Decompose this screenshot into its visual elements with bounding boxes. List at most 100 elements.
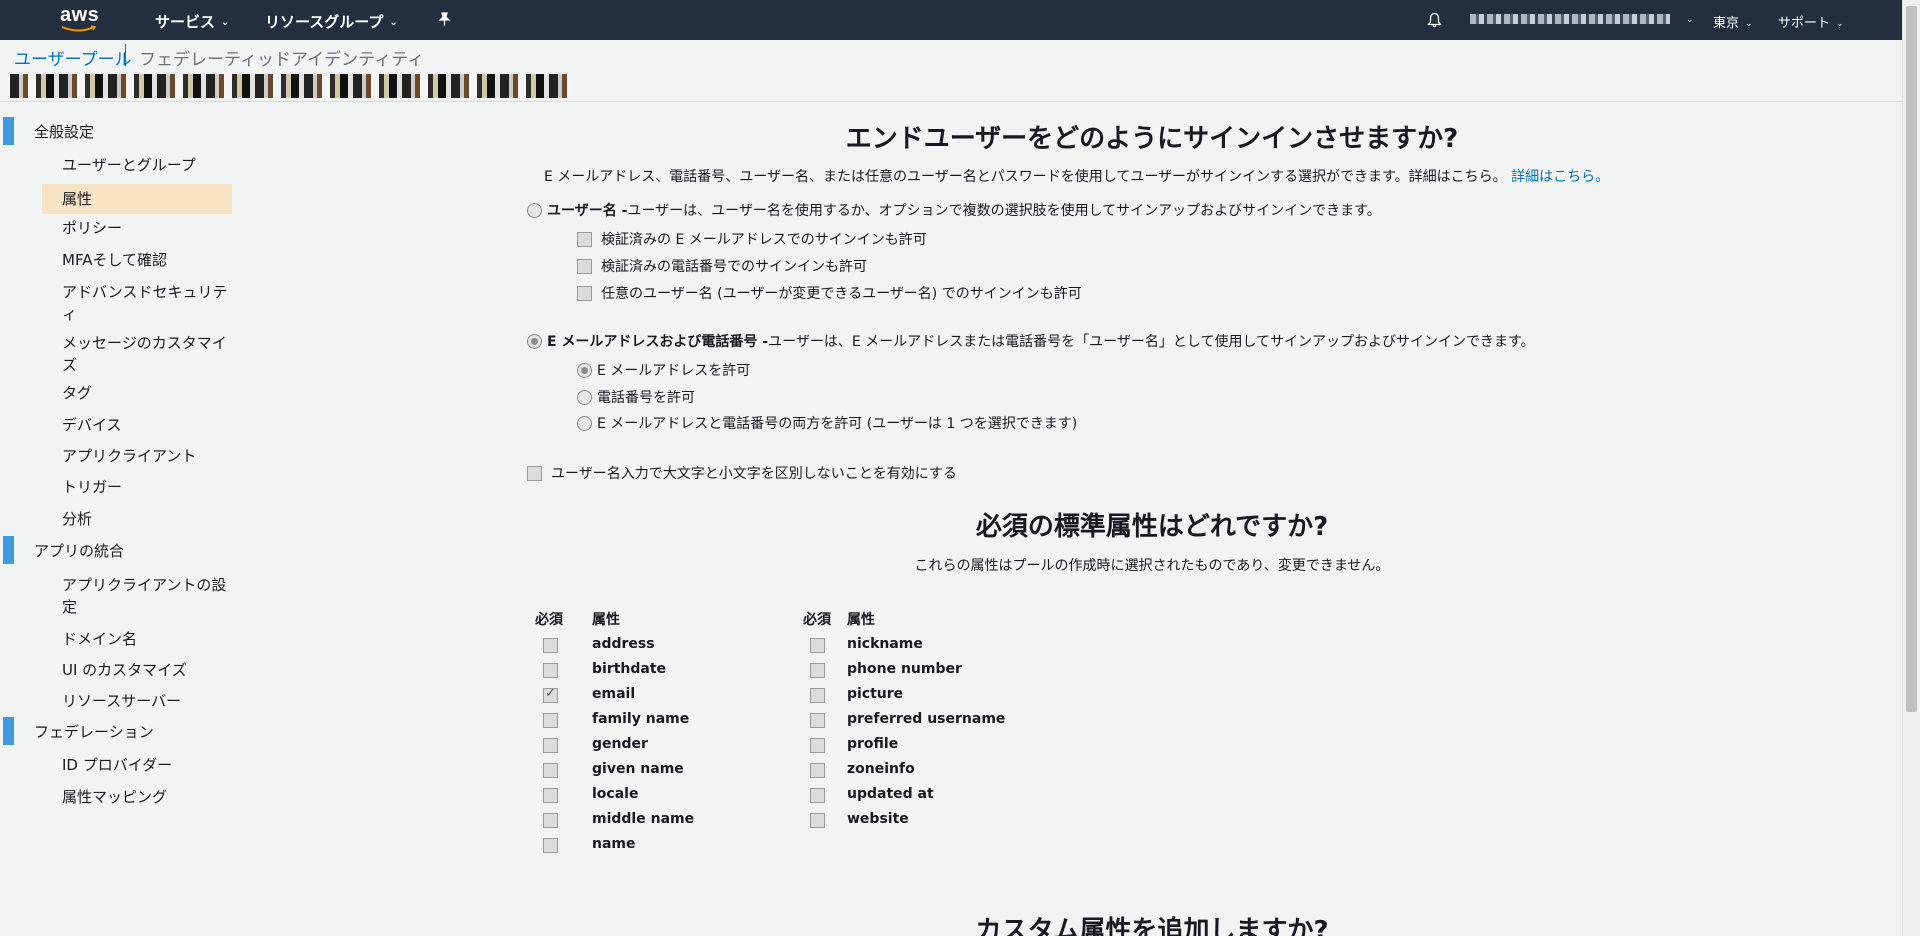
checkbox[interactable] <box>577 231 592 247</box>
attribute-name: given name <box>592 761 684 777</box>
account-menu-chevron[interactable]: ⌄ <box>1680 12 1694 27</box>
sidebar-item-devices[interactable]: デバイス <box>62 415 232 435</box>
region-label: 東京 <box>1713 16 1740 31</box>
option-title: ユーザー名 - <box>547 203 628 219</box>
required-checkbox[interactable] <box>543 813 558 828</box>
checkbox[interactable] <box>527 465 542 481</box>
sidebar-item-domain-name[interactable]: ドメイン名 <box>62 629 232 649</box>
radio-label: E メールアドレスと電話番号の両方を許可 (ユーザーは 1 つを選択できます) <box>597 416 1078 432</box>
attribute-name: website <box>847 811 909 827</box>
attribute-name: preferred username <box>847 711 1006 727</box>
email-phone-radio-option[interactable]: E メールアドレスおよび電話番号 - ユーザーは、E メールアドレスまたは電話番… <box>527 331 1535 351</box>
aws-logo[interactable]: aws <box>60 5 104 35</box>
learn-more-link[interactable]: 詳細はこちら。 <box>1511 169 1609 185</box>
required-checkbox[interactable] <box>543 638 558 653</box>
required-checkbox[interactable] <box>543 738 558 753</box>
attribute-name: address <box>592 636 655 652</box>
aws-smile-icon <box>61 25 97 32</box>
resource-groups-menu[interactable]: リソースグループ ⌄ <box>265 11 398 32</box>
account-name-redacted[interactable] <box>1470 14 1670 24</box>
checkbox[interactable] <box>577 258 592 274</box>
attribute-name: picture <box>847 686 904 702</box>
required-checkbox-checked[interactable] <box>543 686 558 703</box>
tab-user-pools[interactable]: ユーザープール <box>14 45 132 70</box>
signin-description: E メールアドレス、電話番号、ユーザー名、または任意のユーザー名とパスワードを使… <box>544 166 1609 186</box>
username-radio[interactable] <box>527 202 542 218</box>
required-checkbox[interactable] <box>543 838 558 853</box>
support-label: サポート <box>1778 16 1831 31</box>
checkbox[interactable] <box>577 285 592 301</box>
attribute-name: profile <box>847 736 899 752</box>
radio[interactable] <box>577 415 592 431</box>
attribute-name: nickname <box>847 636 923 652</box>
username-radio-option[interactable]: ユーザー名 - ユーザーは、ユーザー名を使用するか、オプションで複数の選択肢を使… <box>527 200 1381 220</box>
chevron-down-icon: ⌄ <box>1745 19 1753 29</box>
sidebar-item-attribute-mapping[interactable]: 属性マッピング <box>62 787 232 807</box>
sidebar-item-app-clients[interactable]: アプリクライアント <box>62 446 232 466</box>
required-checkbox[interactable] <box>810 663 825 678</box>
top-navigation-bar: aws サービス ⌄ リソースグループ ⌄ ⌄ 東京 ⌄ サポート ⌄ <box>0 0 1902 40</box>
tab-federated-identities[interactable]: フェデレーティッドアイデンティティ <box>139 45 424 70</box>
sidebar-item-resource-servers[interactable]: リソースサーバー <box>62 691 232 711</box>
column-header-attribute: 属性 <box>847 612 875 628</box>
services-label: サービス <box>155 13 216 31</box>
attribute-name: zoneinfo <box>847 761 915 777</box>
radio[interactable] <box>577 362 592 378</box>
breadcrumb-divider <box>125 44 126 66</box>
sidebar-item-message-customizations[interactable]: メッセージのカスタマイズ <box>62 332 232 376</box>
required-checkbox[interactable] <box>543 763 558 778</box>
sidebar-item-advanced-security[interactable]: アドバンスドセキュリティ <box>62 281 232 325</box>
sidebar-item-mfa[interactable]: MFAそして確認 <box>62 250 232 270</box>
bell-icon[interactable] <box>1427 12 1442 32</box>
radio-label: 電話番号を許可 <box>597 390 695 406</box>
required-checkbox[interactable] <box>810 738 825 753</box>
sidebar-item-users-groups[interactable]: ユーザーとグループ <box>62 155 232 175</box>
allow-email-radio[interactable]: E メールアドレスを許可 <box>577 360 750 380</box>
signin-section-title: エンドユーザーをどのようにサインインさせますか? <box>845 124 1459 154</box>
sidebar-item-analytics[interactable]: 分析 <box>62 509 232 529</box>
sidebar-item-tags[interactable]: タグ <box>62 383 232 403</box>
group-marker <box>3 717 14 745</box>
scrollbar-thumb[interactable] <box>1906 6 1917 712</box>
attribute-name: locale <box>592 786 639 802</box>
sidebar-group-label: アプリの統合 <box>34 542 125 560</box>
case-insensitive-checkbox[interactable]: ユーザー名入力で大文字と小文字を区別しないことを有効にする <box>527 463 957 483</box>
page-scrollbar[interactable] <box>1902 0 1920 936</box>
option-title: E メールアドレスおよび電話番号 - <box>547 334 769 350</box>
required-checkbox[interactable] <box>810 713 825 728</box>
required-checkbox[interactable] <box>810 788 825 803</box>
required-checkbox[interactable] <box>810 688 825 703</box>
required-checkbox[interactable] <box>543 663 558 678</box>
column-header-required: 必須 <box>803 612 831 628</box>
sidebar-item-identity-providers[interactable]: ID プロバイダー <box>62 755 232 775</box>
required-attributes-title: 必須の標準属性はどれですか? <box>975 512 1329 542</box>
pin-icon[interactable] <box>438 12 451 31</box>
allow-phone-radio[interactable]: 電話番号を許可 <box>577 387 695 407</box>
required-checkbox[interactable] <box>543 713 558 728</box>
checkbox-label: 任意のユーザー名 (ユーザーが変更できるユーザー名) でのサインインも許可 <box>601 286 1082 302</box>
sidebar-item-policies[interactable]: ポリシー <box>62 218 232 238</box>
allow-verified-email-checkbox[interactable]: 検証済みの E メールアドレスでのサインインも許可 <box>577 229 927 249</box>
support-menu[interactable]: サポート ⌄ <box>1778 12 1844 31</box>
required-checkbox[interactable] <box>810 813 825 828</box>
attribute-name: birthdate <box>592 661 667 677</box>
sidebar-item-triggers[interactable]: トリガー <box>62 477 232 497</box>
region-menu[interactable]: 東京 ⌄ <box>1713 12 1753 31</box>
required-checkbox[interactable] <box>810 763 825 778</box>
radio[interactable] <box>577 389 592 405</box>
allow-preferred-username-checkbox[interactable]: 任意のユーザー名 (ユーザーが変更できるユーザー名) でのサインインも許可 <box>577 283 1082 303</box>
allow-verified-phone-checkbox[interactable]: 検証済みの電話番号でのサインインも許可 <box>577 256 867 276</box>
email-phone-radio[interactable] <box>527 333 542 349</box>
sidebar-item-ui-customization[interactable]: UI のカスタマイズ <box>62 660 232 680</box>
checkbox-label: 検証済みの E メールアドレスでのサインインも許可 <box>601 232 927 248</box>
sidebar-item-attributes[interactable]: 属性 <box>42 184 232 214</box>
sidebar-item-app-client-settings[interactable]: アプリクライアントの設定 <box>62 574 232 618</box>
attribute-name: family name <box>592 711 690 727</box>
column-header-attribute: 属性 <box>592 612 620 628</box>
attribute-name: middle name <box>592 811 695 827</box>
radio-label: E メールアドレスを許可 <box>597 363 751 379</box>
allow-both-radio[interactable]: E メールアドレスと電話番号の両方を許可 (ユーザーは 1 つを選択できます) <box>577 413 1077 433</box>
required-checkbox[interactable] <box>543 788 558 803</box>
required-checkbox[interactable] <box>810 638 825 653</box>
services-menu[interactable]: サービス ⌄ <box>155 11 229 32</box>
